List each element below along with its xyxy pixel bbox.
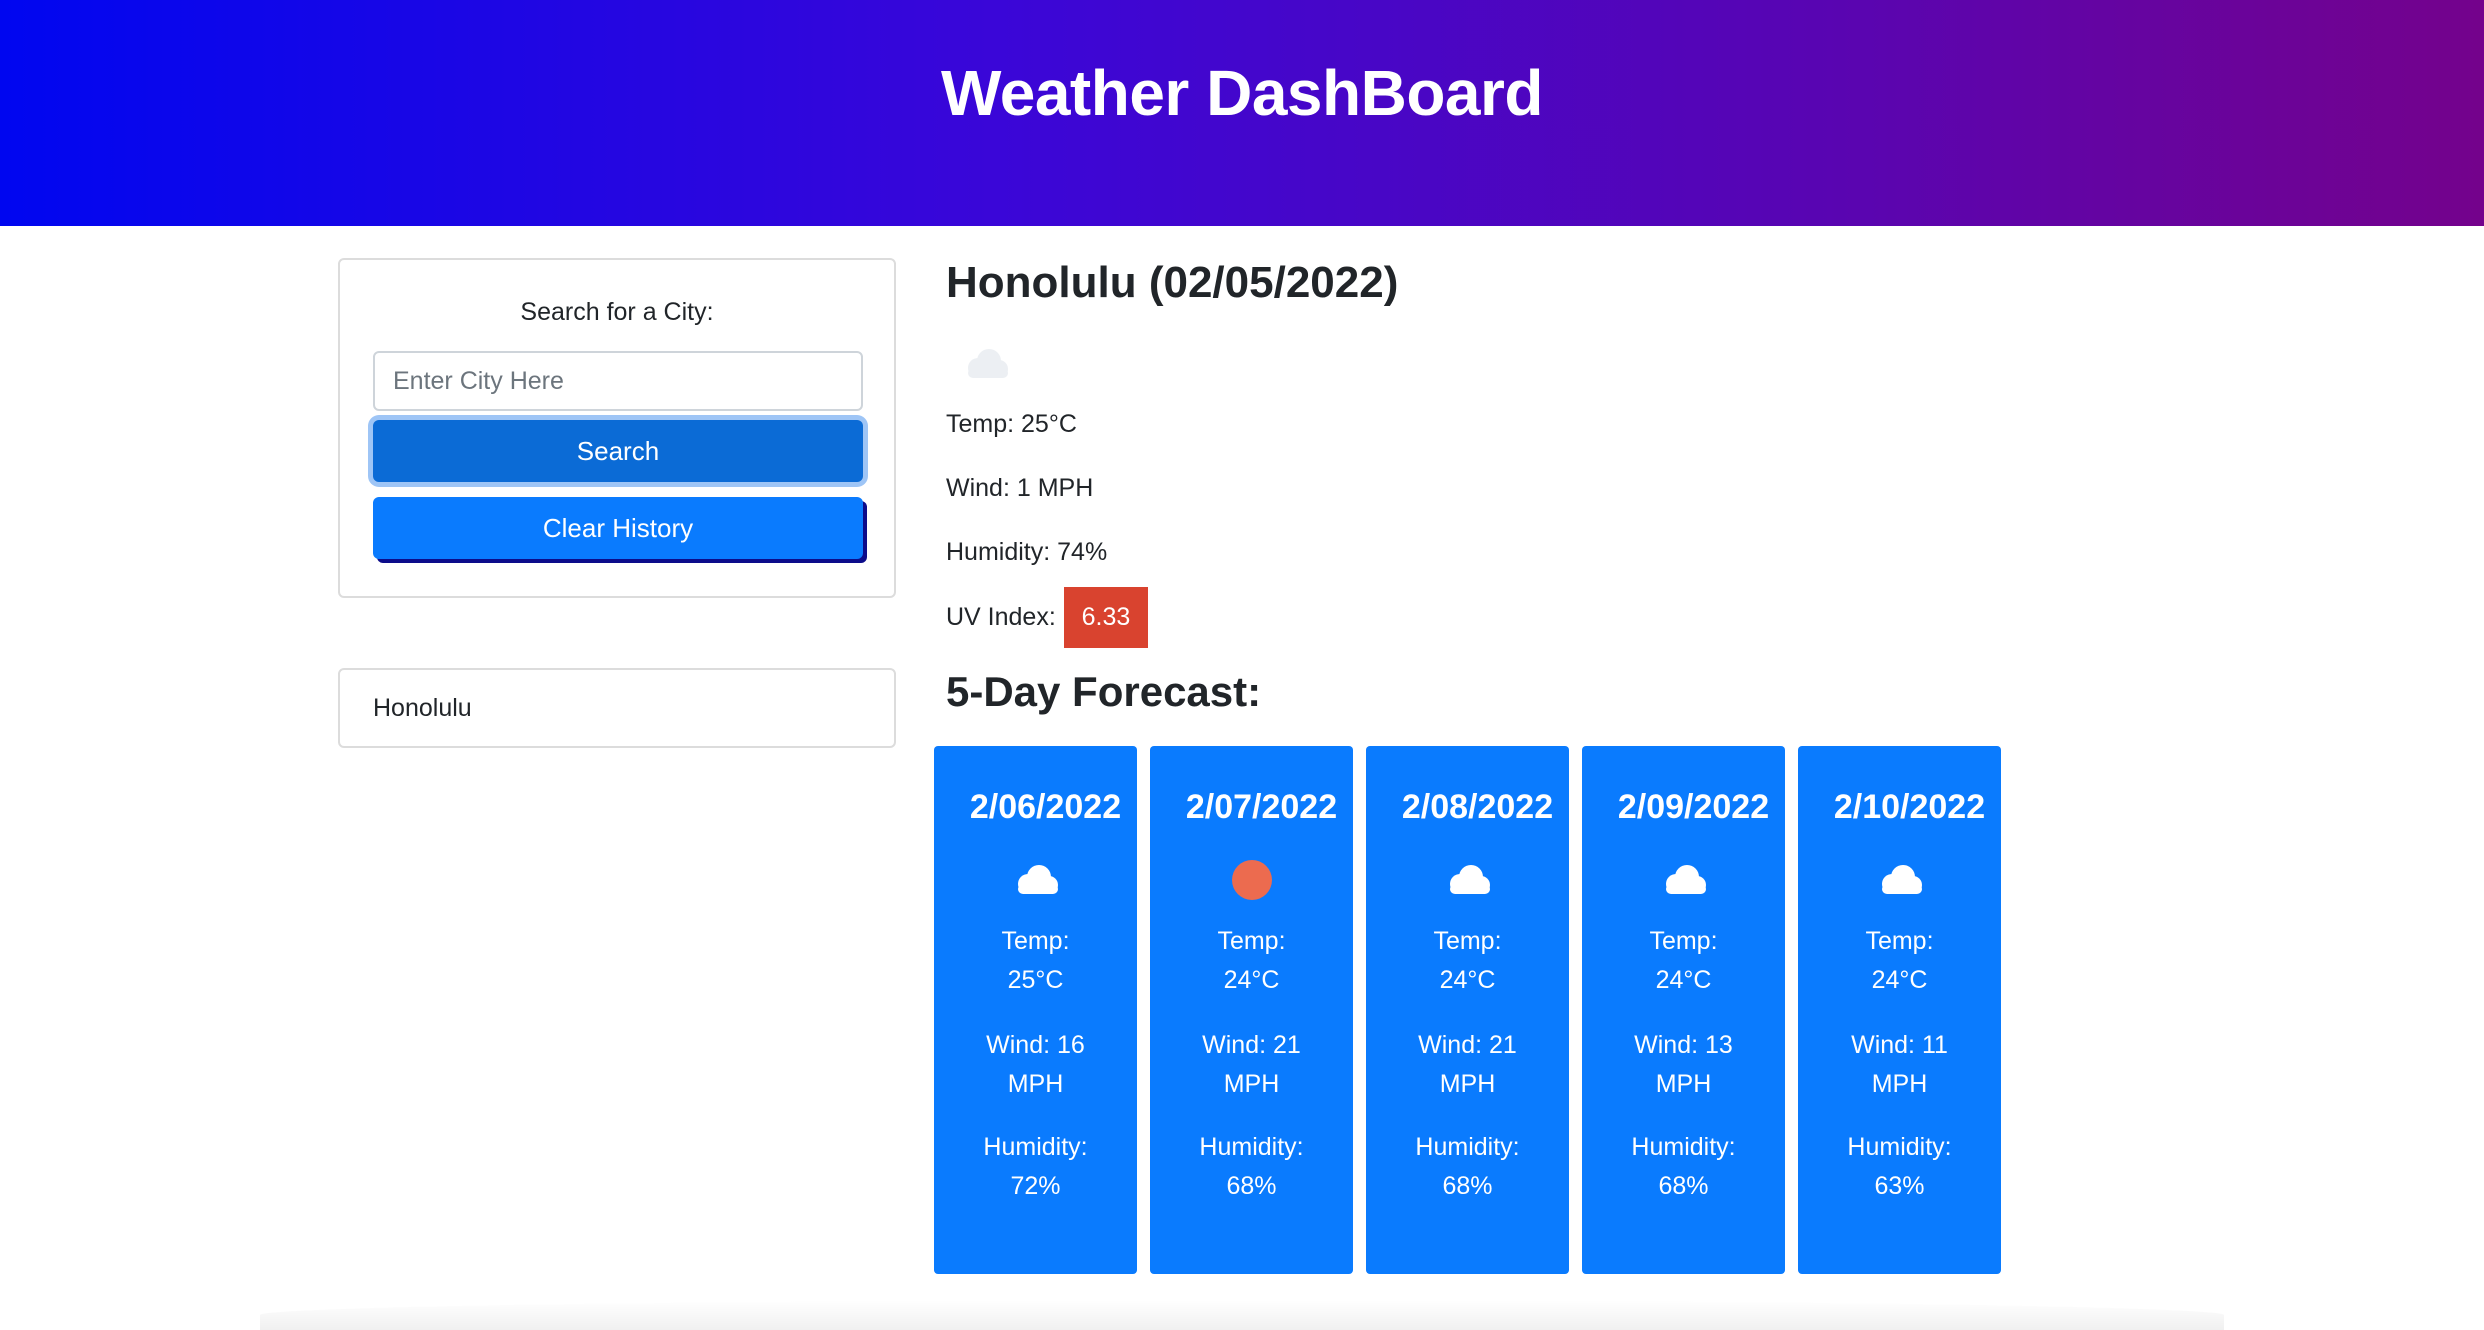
- current-wind: Wind: 1 MPH: [946, 474, 1094, 502]
- forecast-wind: Wind: 16 MPH: [986, 1031, 1085, 1098]
- forecast-title: 5-Day Forecast:: [946, 668, 1262, 715]
- forecast-wind: Wind: 11 MPH: [1851, 1031, 1948, 1098]
- page-title: Weather DashBoard: [940, 57, 1544, 129]
- uv-index-label: UV Index:: [946, 603, 1056, 631]
- forecast-temp: Temp: 24°C: [1433, 927, 1502, 994]
- forecast-humidity: Humidity: 63%: [1847, 1133, 1952, 1200]
- cloud-icon: [968, 349, 1008, 378]
- search-button[interactable]: Search: [373, 420, 863, 482]
- cloud-icon: [1882, 865, 1922, 894]
- cloud-icon: [1666, 865, 1706, 894]
- forecast-card: 2/08/2022 Temp: 24°C Wind: 21 MPH Humidit…: [1366, 746, 1569, 1274]
- clear-history-button[interactable]: Clear History: [373, 497, 863, 559]
- forecast-date: 2/10/2022: [1833, 788, 1986, 826]
- forecast-card: 2/10/2022 Temp: 24°C Wind: 11 MPH Humidit…: [1798, 746, 2001, 1274]
- search-panel: Search for a City: Search Clear History: [338, 258, 896, 598]
- forecast-temp: Temp: 24°C: [1865, 927, 1934, 994]
- forecast-temp: Temp: 24°C: [1649, 927, 1718, 994]
- history-item[interactable]: Honolulu: [338, 668, 896, 748]
- forecast-temp: Temp: 24°C: [1217, 927, 1286, 994]
- forecast-date: 2/08/2022: [1401, 788, 1554, 826]
- forecast-wind: Wind: 21 MPH: [1202, 1031, 1301, 1098]
- current-city-title: Honolulu (02/05/2022): [946, 258, 1399, 307]
- forecast-date: 2/07/2022: [1185, 788, 1338, 826]
- forecast-humidity: Humidity: 68%: [1199, 1133, 1304, 1200]
- forecast-humidity: Humidity: 68%: [1415, 1133, 1520, 1200]
- sun-icon: [1232, 860, 1272, 900]
- forecast-card: 2/09/2022 Temp: 24°C Wind: 13 MPH Humidit…: [1582, 746, 1785, 1274]
- bottom-shadow: [260, 1300, 2224, 1330]
- uv-index-badge: 6.33: [1064, 587, 1148, 648]
- cloud-icon: [1450, 865, 1490, 894]
- forecast-date: 2/06/2022: [969, 788, 1122, 826]
- forecast-wind: Wind: 13 MPH: [1634, 1031, 1733, 1098]
- forecast-humidity: Humidity: 72%: [983, 1133, 1088, 1200]
- city-search-input[interactable]: [373, 351, 863, 411]
- forecast-humidity: Humidity: 68%: [1631, 1133, 1736, 1200]
- cloud-icon: [1018, 865, 1058, 894]
- forecast-wind: Wind: 21 MPH: [1418, 1031, 1517, 1098]
- forecast-card: 2/07/2022 Temp: 24°C Wind: 21 MPH Humidit…: [1150, 746, 1353, 1274]
- forecast-date: 2/09/2022: [1617, 788, 1770, 826]
- current-humidity: Humidity: 74%: [946, 538, 1108, 566]
- forecast-temp: Temp: 25°C: [1001, 927, 1070, 994]
- search-label: Search for a City:: [520, 298, 714, 326]
- header-banner: Weather DashBoard: [0, 0, 2484, 226]
- current-temp: Temp: 25°C: [946, 410, 1077, 438]
- forecast-card: 2/06/2022 Temp: 25°C Wind: 16 MPH Humidit…: [934, 746, 1137, 1274]
